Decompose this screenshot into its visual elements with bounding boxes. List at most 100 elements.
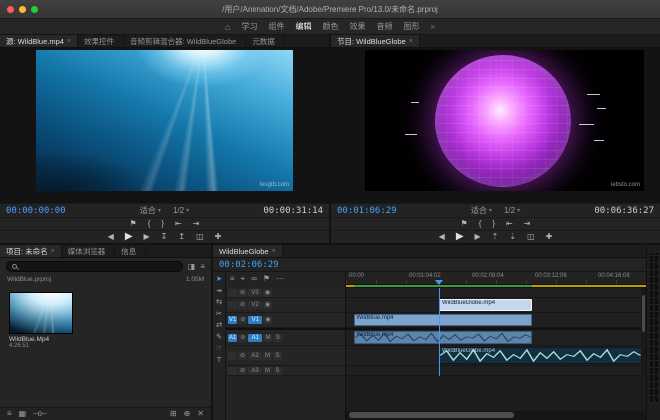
playback-resolution-select[interactable]: 1/2▾ — [173, 206, 189, 215]
mark-in-icon[interactable]: { — [148, 220, 151, 228]
goto-in-icon[interactable]: ⇤ — [506, 220, 513, 228]
hand-tool[interactable]: ☞ — [216, 344, 223, 352]
track-target-toggle[interactable]: A1 — [248, 334, 262, 342]
workspace-tab[interactable]: 音频 — [376, 21, 392, 32]
track-a1[interactable]: WildBlue.mp4 — [346, 330, 646, 346]
track-lock-icon[interactable]: ⊘ — [238, 334, 247, 342]
zoom-slider[interactable]: –o– — [33, 410, 46, 418]
source-patch-toggle[interactable]: V1 — [228, 316, 237, 324]
razor-tool[interactable]: ✂ — [216, 310, 222, 318]
zoom-level-select[interactable]: 适合▾ — [471, 205, 492, 216]
vertical-scrollbar-thumb[interactable] — [642, 295, 645, 332]
step-forward-icon[interactable]: ▶ — [475, 233, 481, 241]
mark-out-icon[interactable]: } — [161, 220, 164, 228]
track-target-toggle[interactable]: V3 — [248, 289, 262, 297]
add-marker-icon[interactable]: ⚑ — [461, 220, 468, 228]
linked-selection-icon[interactable]: ∞ — [251, 275, 257, 283]
source-patch-toggle[interactable] — [228, 352, 237, 360]
mute-track-button[interactable]: M — [263, 334, 272, 342]
mute-track-button[interactable]: M — [263, 367, 272, 375]
add-marker-icon[interactable]: ⚑ — [130, 220, 137, 228]
toggle-track-output-icon[interactable]: ◉ — [263, 289, 272, 297]
snap-icon[interactable]: ⌖ — [241, 275, 246, 283]
toggle-track-output-icon[interactable]: ◉ — [263, 301, 272, 309]
workspace-tab[interactable]: 组件 — [268, 21, 284, 32]
step-back-icon[interactable]: ◀ — [439, 233, 445, 241]
workspace-overflow-icon[interactable]: » — [430, 22, 434, 31]
project-bin-area[interactable]: WildBlue.Mp4 4.26.51 — [0, 285, 211, 407]
track-lock-icon[interactable]: ⊘ — [238, 289, 247, 297]
track-v2[interactable]: WildBlueGlobe.mp4 — [346, 298, 646, 313]
source-patch-toggle[interactable]: A1 — [228, 334, 237, 342]
minimize-window-button[interactable] — [19, 6, 26, 13]
button-editor-icon[interactable]: ✚ — [215, 233, 222, 241]
track-target-toggle[interactable]: A2 — [248, 352, 262, 360]
add-marker-icon[interactable]: ⚑ — [263, 275, 270, 283]
home-icon[interactable]: ⌂ — [225, 22, 230, 32]
goto-out-icon[interactable]: ⇥ — [524, 220, 531, 228]
close-icon[interactable]: × — [272, 248, 276, 255]
sequence-tab[interactable]: WildBlueGlobe × — [213, 245, 283, 257]
mark-out-icon[interactable]: } — [492, 220, 495, 228]
step-back-icon[interactable]: ◀ — [108, 233, 114, 241]
list-view-icon[interactable]: ≡ — [7, 410, 12, 418]
play-icon[interactable]: ▶ — [125, 232, 133, 242]
pen-tool[interactable]: ✎ — [216, 333, 222, 341]
selection-tool[interactable]: ➤ — [216, 275, 222, 283]
track-lock-icon[interactable]: ⊘ — [238, 367, 247, 375]
timeline-clip-a2[interactable]: WildBlueGlobe.mp4 — [439, 347, 642, 364]
close-icon[interactable]: × — [67, 38, 71, 45]
track-target-toggle[interactable]: V1 — [248, 316, 262, 324]
timeline-ruler[interactable]: 00:0000:01:04:0200:02:08:0400:03:12:0600… — [346, 272, 646, 285]
timeline-settings-icon[interactable]: ⋯ — [276, 275, 284, 283]
panel-tab[interactable]: 节目: WildBlueGlobe × — [331, 35, 420, 47]
playback-resolution-select[interactable]: 1/2▾ — [504, 206, 520, 215]
zoom-window-button[interactable] — [31, 6, 38, 13]
workspace-tab[interactable]: 颜色 — [322, 21, 338, 32]
workspace-tab[interactable]: 图形 — [403, 21, 419, 32]
view-options-icon[interactable]: ◨ — [188, 263, 196, 271]
step-forward-icon[interactable]: ▶ — [144, 233, 150, 241]
track-v1[interactable]: WildBlue.mp4 — [346, 313, 646, 328]
timeline-tracks-area[interactable]: WildBlueGlobe.mp4 WildBlue.mp4 — [346, 288, 646, 376]
source-patch-toggle[interactable] — [228, 289, 237, 297]
panel-tab[interactable]: 元数据 — [246, 35, 285, 47]
timeline-clip-a1[interactable]: WildBlue.mp4 — [354, 331, 533, 344]
new-bin-icon[interactable]: ⊞ — [170, 410, 177, 418]
workspace-tab[interactable]: 编辑 — [295, 21, 311, 32]
mute-track-button[interactable]: M — [263, 352, 272, 360]
solo-track-button[interactable]: S — [273, 352, 282, 360]
export-frame-icon[interactable]: ◫ — [527, 233, 535, 241]
track-v3[interactable] — [346, 288, 646, 298]
close-icon[interactable]: × — [51, 248, 55, 255]
workspace-tab[interactable]: 效果 — [349, 21, 365, 32]
vertical-scrollbar[interactable] — [641, 288, 646, 376]
zoom-level-select[interactable]: 适合▾ — [140, 205, 161, 216]
track-select-forward-tool[interactable]: ↠ — [216, 287, 222, 295]
horizontal-scrollbar[interactable] — [346, 411, 646, 420]
panel-menu-icon[interactable]: ≡ — [200, 263, 205, 271]
close-icon[interactable]: × — [409, 38, 413, 45]
panel-tab[interactable]: 媒体浏览器 — [62, 245, 116, 257]
extract-icon[interactable]: ⇣ — [509, 233, 516, 241]
sequence-timecode[interactable]: 00:02:06:29 — [219, 260, 279, 270]
search-input[interactable] — [6, 261, 183, 272]
insert-icon[interactable]: ↧ — [161, 233, 168, 241]
ripple-edit-tool[interactable]: ⇆ — [216, 298, 222, 306]
button-editor-icon[interactable]: ✚ — [546, 233, 553, 241]
playhead-marker[interactable] — [435, 280, 443, 285]
panel-tab[interactable]: 效果控件 — [78, 35, 124, 47]
mark-in-icon[interactable]: { — [479, 220, 482, 228]
track-a3[interactable] — [346, 366, 646, 376]
track-a2[interactable]: WildBlueGlobe.mp4 — [346, 346, 646, 366]
panel-tab[interactable]: 项目: 未命名 × — [0, 245, 62, 257]
type-tool[interactable]: T — [217, 356, 222, 364]
track-target-toggle[interactable]: A3 — [248, 367, 262, 375]
slip-tool[interactable]: ⇄ — [216, 321, 222, 329]
panel-tab[interactable]: 源: WildBlue.mp4 × — [0, 35, 78, 47]
workspace-tab[interactable]: 学习 — [241, 21, 257, 32]
track-lock-icon[interactable]: ⊘ — [238, 301, 247, 309]
track-lock-icon[interactable]: ⊘ — [238, 316, 247, 324]
playhead[interactable] — [439, 288, 440, 376]
toggle-track-output-icon[interactable]: ◉ — [263, 316, 272, 324]
